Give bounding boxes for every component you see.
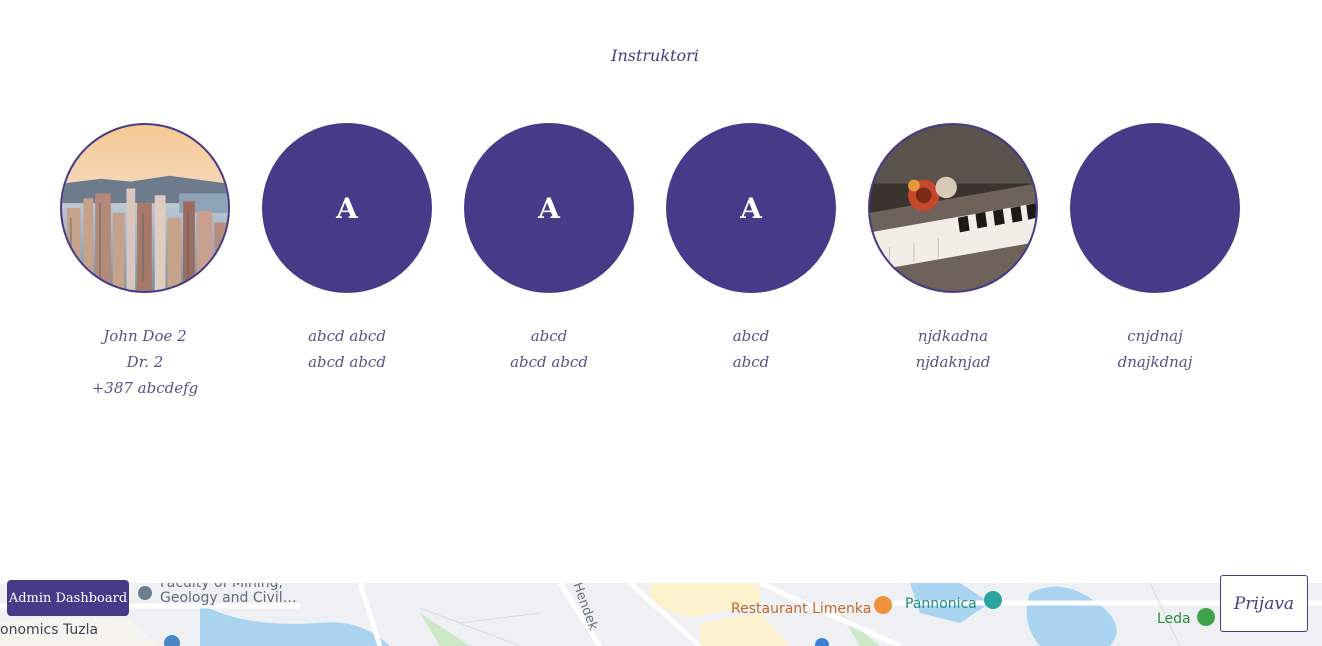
admin-dashboard-button[interactable]: Admin Dashboard bbox=[7, 580, 129, 616]
map-label-faculty-2: Geology and Civil… bbox=[160, 590, 297, 606]
instructor-name: abcd bbox=[732, 327, 770, 345]
map-label-economics: onomics Tuzla bbox=[0, 622, 99, 638]
instructor-avatar: A bbox=[666, 123, 836, 293]
instructor-card: cnjdnaj dnajkdnaj bbox=[1070, 123, 1240, 375]
instructor-title: njdaknjad bbox=[915, 353, 991, 371]
map-label-pannonica: Pannonica bbox=[905, 596, 977, 612]
instructor-avatar: A bbox=[262, 123, 432, 293]
instructor-photo bbox=[868, 123, 1038, 293]
instructor-avatar bbox=[1070, 123, 1240, 293]
instructor-name: abcd abcd bbox=[308, 327, 386, 345]
instructor-phone: +387 abcdefg bbox=[91, 379, 199, 397]
embedded-map[interactable]: Faculty of Mining, Geology and Civil… on… bbox=[0, 583, 1322, 646]
instructor-title: Dr. 2 bbox=[126, 353, 164, 371]
map-label-restaurant: Restaurant Limenka bbox=[731, 601, 872, 617]
instructor-photo bbox=[60, 123, 230, 293]
instructor-card: A abcd abcd bbox=[666, 123, 836, 375]
instructor-card: A abcd abcd abcd bbox=[464, 123, 634, 375]
instructor-title: abcd abcd bbox=[510, 353, 588, 371]
avatar-initial: A bbox=[740, 191, 762, 225]
instructor-title: dnajkdnaj bbox=[1117, 353, 1193, 371]
instructor-name: John Doe 2 bbox=[103, 327, 187, 345]
instructor-card: njdkadna njdaknjad bbox=[868, 123, 1038, 375]
map-label-leda: Leda bbox=[1157, 611, 1191, 627]
instructor-card: John Doe 2 Dr. 2 +387 abcdefg bbox=[60, 123, 230, 401]
avatar-initial: A bbox=[538, 191, 560, 225]
page-title: Instruktori bbox=[611, 46, 699, 65]
instructor-name: cnjdnaj bbox=[1127, 327, 1183, 345]
instructor-title: abcd abcd bbox=[308, 353, 386, 371]
instructor-name: njdkadna bbox=[917, 327, 989, 345]
avatar-initial: A bbox=[336, 191, 358, 225]
instructor-card: A abcd abcd abcd abcd bbox=[262, 123, 432, 375]
instructor-title: abcd bbox=[732, 353, 770, 371]
login-button[interactable]: Prijava bbox=[1220, 575, 1308, 632]
instructor-avatar: A bbox=[464, 123, 634, 293]
instructor-name: abcd bbox=[530, 327, 568, 345]
